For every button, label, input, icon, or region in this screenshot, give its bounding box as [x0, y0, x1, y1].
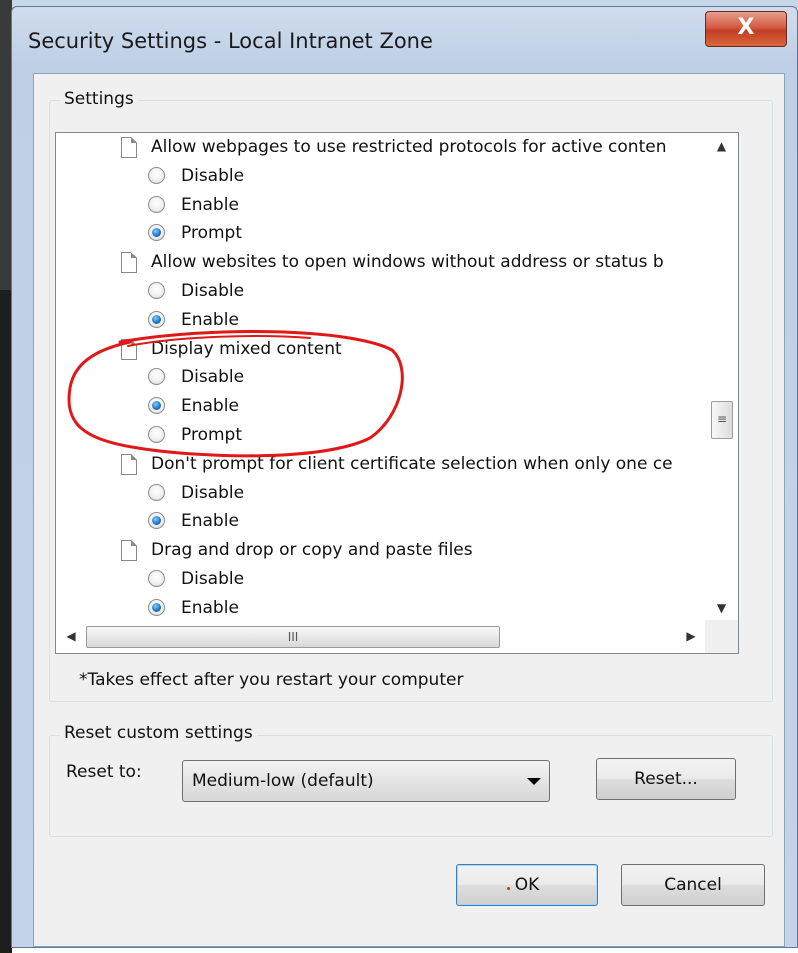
- radio-option-label: Enable: [181, 194, 239, 215]
- radio-option-label: Enable: [181, 597, 239, 618]
- reset-group-label: Reset custom settings: [60, 723, 257, 743]
- reset-button[interactable]: Reset...: [596, 758, 736, 800]
- ok-button[interactable]: OK: [456, 864, 598, 906]
- setting-header-label: Drag and drop or copy and paste files: [151, 540, 473, 561]
- restart-note: *Takes effect after you restart your com…: [79, 670, 464, 690]
- reset-level-value: Medium-low (default): [192, 771, 374, 791]
- radio-unchecked-icon[interactable]: [148, 570, 165, 587]
- radio-checked-icon[interactable]: [148, 598, 165, 616]
- radio-option-label: Disable: [181, 281, 245, 301]
- radio-option-label: Enable: [181, 511, 239, 532]
- horizontal-scroll-thumb[interactable]: III: [86, 626, 500, 648]
- radio-checked-icon[interactable]: [148, 512, 165, 530]
- cancel-button[interactable]: Cancel: [621, 864, 765, 906]
- close-button[interactable]: X: [705, 11, 787, 47]
- horizontal-scrollbar[interactable]: ◀ III ▶: [56, 620, 706, 653]
- radio-unchecked-icon[interactable]: [148, 166, 165, 184]
- cursor-mark: [507, 887, 510, 890]
- radio-option-label: Disable: [181, 482, 245, 503]
- scroll-left-icon[interactable]: ◀: [56, 620, 86, 653]
- setting-header-label: Allow webpages to use restricted protoco…: [151, 137, 667, 157]
- radio-unchecked-icon[interactable]: [148, 195, 165, 213]
- document-icon: [121, 252, 137, 274]
- radio-unchecked-icon[interactable]: [148, 483, 165, 501]
- radio-unchecked-icon[interactable]: [148, 282, 165, 299]
- annotation-ellipse: [67, 330, 404, 458]
- chevron-down-icon: [527, 778, 541, 785]
- scroll-down-icon[interactable]: ▼: [705, 595, 738, 621]
- window-title: Security Settings - Local Intranet Zone: [28, 29, 433, 53]
- reset-level-select[interactable]: Medium-low (default): [182, 760, 550, 802]
- document-icon: [121, 540, 137, 562]
- settings-group-label: Settings: [60, 89, 138, 109]
- cancel-button-label: Cancel: [664, 875, 722, 895]
- radio-checked-icon[interactable]: [148, 224, 165, 242]
- scrollbar-corner: [705, 620, 738, 653]
- radio-option-label: Prompt: [181, 223, 242, 244]
- vertical-scrollbar[interactable]: ▲ ≡ ▼: [705, 133, 738, 621]
- close-icon: X: [737, 15, 755, 40]
- reset-button-label: Reset...: [634, 769, 698, 789]
- title-bar[interactable]: Security Settings - Local Intranet Zone …: [12, 7, 797, 71]
- document-icon: [121, 137, 137, 158]
- ok-button-label: OK: [514, 875, 540, 895]
- vertical-scroll-thumb[interactable]: ≡: [711, 401, 733, 439]
- scroll-up-icon[interactable]: ▲: [705, 133, 738, 159]
- reset-to-label: Reset to:: [66, 762, 142, 782]
- setting-header-label: Allow websites to open windows without a…: [151, 252, 664, 273]
- scroll-right-icon[interactable]: ▶: [676, 620, 706, 653]
- radio-option-label: Disable: [181, 165, 245, 186]
- radio-option-label: Disable: [181, 569, 245, 589]
